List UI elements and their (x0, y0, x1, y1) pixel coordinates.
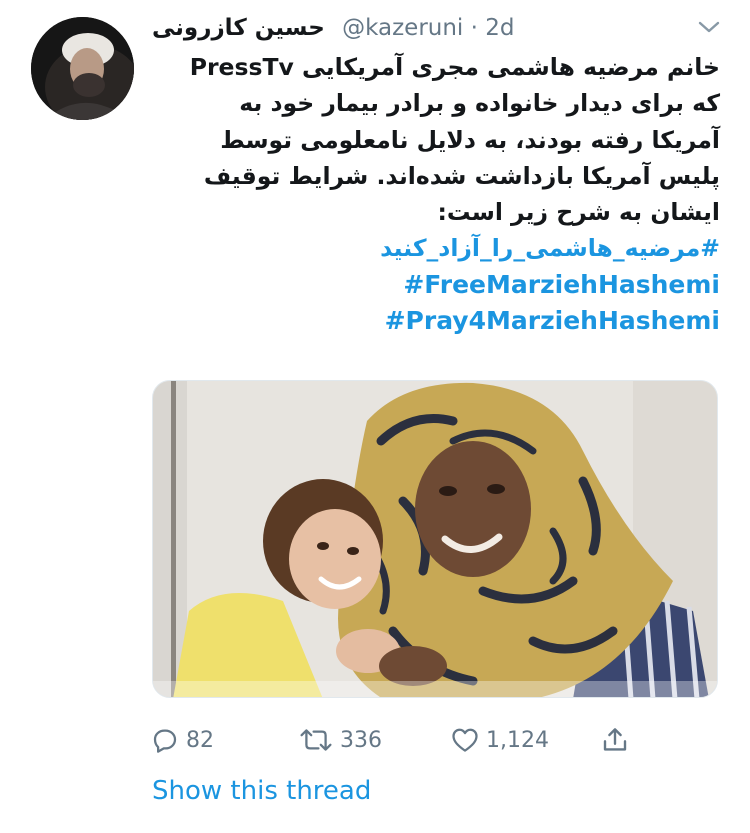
author-handle[interactable]: @kazeruni (342, 15, 463, 41)
hashtag-link[interactable]: #مرضیه_هاشمی_را_آزاد_کنید (150, 230, 720, 266)
retweet-button[interactable]: 336 (298, 722, 382, 758)
tweet-header: حسین کازرونی @kazeruni · 2d (152, 8, 602, 48)
reply-count: 82 (186, 727, 214, 753)
hashtag-link[interactable]: #FreeMarziehHashemi (150, 267, 720, 303)
chevron-down-icon[interactable] (696, 16, 722, 38)
tweet-text-line: ایشان به شرح زیر است: (437, 198, 720, 227)
tweet-text-line: که برای دیدار خانواده و برادر بیمار خود … (239, 89, 720, 118)
avatar[interactable] (31, 17, 134, 120)
author-display-name[interactable]: حسین کازرونی (152, 15, 325, 41)
share-button[interactable] (600, 722, 630, 758)
tweet-text-line: خانم مرضیه هاشمی مجری آمریکایی PressTv (189, 53, 720, 81)
show-thread-link[interactable]: Show this thread (152, 776, 371, 806)
reply-icon (153, 729, 177, 753)
share-icon (603, 728, 627, 751)
tweet-text-line: پلیس آمریکا بازداشت شده‌اند. شرایط توقیف (203, 161, 720, 190)
tweet-timestamp[interactable]: 2d (485, 15, 514, 41)
tweet-text-line: آمریکا رفته بودند، به دلایل نامعلومی توس… (220, 125, 720, 154)
tweet-actions: 82 336 1,124 (150, 722, 650, 758)
like-count: 1,124 (486, 727, 549, 753)
photo-image (153, 381, 717, 697)
heart-icon (452, 728, 478, 752)
retweet-icon (300, 729, 332, 751)
tweet-photo[interactable] (152, 380, 718, 698)
like-button[interactable]: 1,124 (450, 722, 549, 758)
reply-button[interactable]: 82 (150, 722, 214, 758)
header-separator: · (470, 15, 478, 41)
retweet-count: 336 (340, 727, 382, 753)
hashtag-link[interactable]: #Pray4MarziehHashemi (150, 303, 720, 339)
avatar-image (31, 17, 134, 120)
tweet-text: خانم مرضیه هاشمی مجری آمریکایی PressTv ک… (150, 49, 720, 339)
